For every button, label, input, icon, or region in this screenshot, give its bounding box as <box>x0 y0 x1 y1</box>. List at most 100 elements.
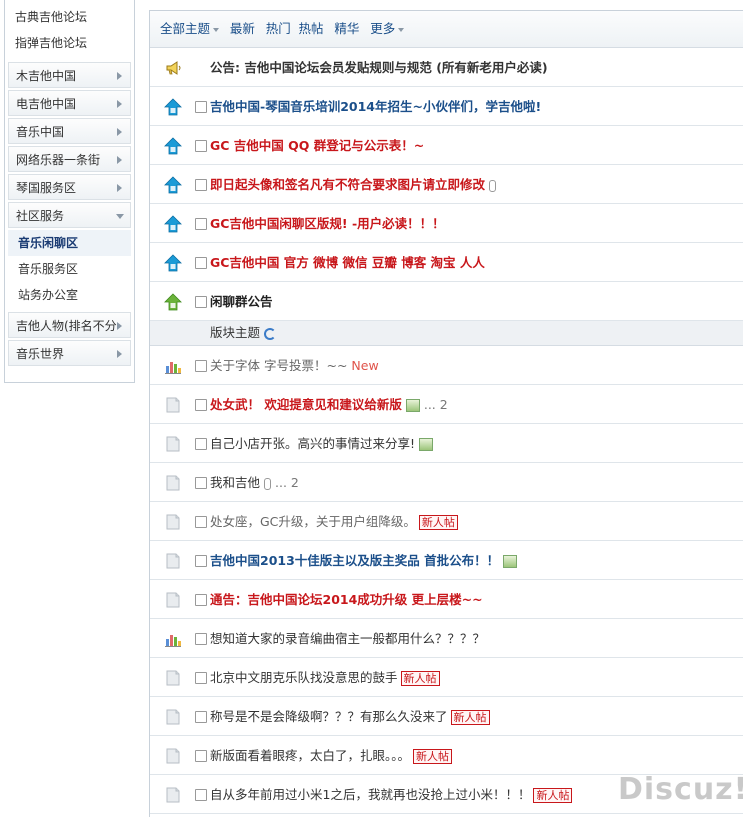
chevron-down-icon <box>116 214 124 219</box>
thread-row[interactable]: 北京中文朋克乐队找没意思的鼓手 新人帖 <box>150 658 743 697</box>
thread-checkbox[interactable] <box>195 101 207 113</box>
thread-checkbox[interactable] <box>195 399 207 411</box>
thread-checkbox[interactable] <box>195 672 207 684</box>
sidebar-category[interactable]: 琴国服务区 <box>8 174 131 200</box>
thread-checkbox[interactable] <box>195 140 207 152</box>
folder-icon <box>166 514 180 530</box>
thread-title[interactable]: 处女武！ 欢迎提意见和建议给新版 <box>210 397 402 412</box>
new-reply-link[interactable]: New <box>351 358 378 373</box>
filter-latest[interactable]: 最新 <box>230 21 255 36</box>
thread-checkbox[interactable] <box>195 477 207 489</box>
thread-title[interactable]: GC吉他中国 官方 微博 微信 豆瓣 博客 淘宝 人人 <box>210 255 485 270</box>
sidebar-category[interactable]: 电吉他中国 <box>8 90 131 116</box>
thread-row[interactable]: 关于字体 字号投票！~~ New <box>150 346 743 385</box>
sidebar-category-label: 音乐中国 <box>16 125 65 139</box>
thread-row[interactable]: GC吉他中国闲聊区版规! -用户必读！！！ <box>150 204 743 243</box>
thread-title[interactable]: 想知道大家的录音编曲宿主一般都用什么？？？？ <box>210 631 485 646</box>
sticky-thread-list: 吉他中国-琴国音乐培训2014年招生~小伙伴们，学吉他啦! GC 吉他中国 QQ … <box>150 87 743 321</box>
thread-row[interactable]: 闲聊群公告 <box>150 282 743 321</box>
thread-title[interactable]: 吉他中国2013十佳版主以及版主奖品 首批公布！！ <box>210 553 499 568</box>
thread-title[interactable]: 我和吉他 <box>210 475 260 490</box>
thread-row[interactable]: 新版面看着眼疼，太白了，扎眼。。。 新人帖 <box>150 736 743 775</box>
sidebar-categories: 木吉他中国电吉他中国音乐中国网络乐器一条街琴国服务区社区服务 <box>5 62 134 228</box>
thread-row[interactable]: GC吉他中国 官方 微博 微信 豆瓣 博客 淘宝 人人 <box>150 243 743 282</box>
thread-checkbox[interactable] <box>195 633 207 645</box>
thread-row[interactable]: 我和吉他 ... 2 <box>150 463 743 502</box>
thread-row[interactable]: 称号是不是会降级啊？？？有那么久没来了 新人帖 <box>150 697 743 736</box>
folder-icon <box>166 553 180 569</box>
sidebar-subforum[interactable]: 站务办公室 <box>8 282 131 308</box>
thread-checkbox[interactable] <box>195 594 207 606</box>
thread-checkbox[interactable] <box>195 218 207 230</box>
thread-checkbox[interactable] <box>195 750 207 762</box>
new-user-badge: 新人帖 <box>533 788 573 803</box>
thread-pages[interactable]: ... 2 <box>424 397 448 412</box>
thread-row[interactable]: 自己小店开张。高兴的事情过来分享! <box>150 424 743 463</box>
folder-icon <box>166 748 180 764</box>
global-sticky-icon <box>164 215 182 233</box>
section-header-label: 版块主题 <box>210 325 261 340</box>
chevron-right-icon <box>117 128 122 136</box>
new-user-badge: 新人帖 <box>418 515 458 530</box>
thread-row[interactable]: 处女座，GC升级，关于用户组降级。 新人帖 <box>150 502 743 541</box>
sidebar-category[interactable]: 音乐中国 <box>8 118 131 144</box>
sidebar-category[interactable]: 吉他人物(排名不分 <box>8 312 131 338</box>
thread-row[interactable]: 通告：吉他中国论坛2014成功升级 更上层楼~~ <box>150 580 743 619</box>
thread-checkbox[interactable] <box>195 555 207 567</box>
thread-title[interactable]: 即日起头像和签名凡有不符合要求图片请立即修改 <box>210 177 485 192</box>
global-sticky-icon <box>164 176 182 194</box>
thread-row[interactable]: GC 吉他中国 QQ 群登记与公示表！~ <box>150 126 743 165</box>
thread-title[interactable]: 关于字体 字号投票！~~ <box>210 358 347 373</box>
sidebar-category[interactable]: 网络乐器一条街 <box>8 146 131 172</box>
filter-more[interactable]: 更多 <box>370 21 405 36</box>
thread-checkbox[interactable] <box>195 516 207 528</box>
announcement-title[interactable]: 公告: 吉他中国论坛会员发贴规则与规范 (所有新老用户必读) <box>210 48 548 86</box>
filter-digest[interactable]: 精华 <box>334 21 359 36</box>
thread-row[interactable]: 吉他中国2013十佳版主以及版主奖品 首批公布！！ <box>150 541 743 580</box>
thread-pages[interactable]: ... 2 <box>275 475 299 490</box>
thread-checkbox[interactable] <box>195 257 207 269</box>
thread-checkbox[interactable] <box>195 179 207 191</box>
announcement-row[interactable]: 公告: 吉他中国论坛会员发贴规则与规范 (所有新老用户必读) <box>150 48 743 87</box>
thread-title[interactable]: 通告：吉他中国论坛2014成功升级 更上层楼~~ <box>210 592 483 607</box>
sidebar-category[interactable]: 音乐世界 <box>8 340 131 366</box>
thread-title[interactable]: GC 吉他中国 QQ 群登记与公示表！~ <box>210 138 424 153</box>
thread-title-group: 吉他中国-琴国音乐培训2014年招生~小伙伴们，学吉他啦! <box>210 87 541 125</box>
folder-icon <box>166 787 180 803</box>
refresh-icon[interactable] <box>264 327 277 340</box>
thread-row[interactable]: 即日起头像和签名凡有不符合要求图片请立即修改 <box>150 165 743 204</box>
image-attachment-icon <box>405 399 420 412</box>
poll-icon <box>165 635 181 647</box>
thread-title[interactable]: GC吉他中国闲聊区版规! -用户必读！！！ <box>210 216 445 231</box>
sidebar-subforum[interactable]: 音乐闲聊区 <box>8 230 131 256</box>
thread-row[interactable]: 想知道大家的录音编曲宿主一般都用什么？？？？ <box>150 619 743 658</box>
thread-row[interactable]: 处女武！ 欢迎提意见和建议给新版 ... 2 <box>150 385 743 424</box>
filter-hot[interactable]: 热门 <box>266 21 291 36</box>
sidebar-category[interactable]: 木吉他中国 <box>8 62 131 88</box>
sidebar-link[interactable]: 古典吉他论坛 <box>5 4 134 30</box>
sidebar-category[interactable]: 社区服务 <box>8 202 131 228</box>
sidebar-subforum[interactable]: 音乐服务区 <box>8 256 131 282</box>
thread-title[interactable]: 吉他中国-琴国音乐培训2014年招生~小伙伴们，学吉他啦! <box>210 99 541 114</box>
thread-title[interactable]: 处女座，GC升级，关于用户组降级。 <box>210 514 416 529</box>
filter-hot-posts[interactable]: 热帖 <box>299 21 324 36</box>
thread-checkbox[interactable] <box>195 438 207 450</box>
thread-checkbox[interactable] <box>195 360 207 372</box>
thread-checkbox[interactable] <box>195 296 207 308</box>
thread-title[interactable]: 新版面看着眼疼，太白了，扎眼。。。 <box>210 748 410 763</box>
section-sticky-icon <box>164 293 182 311</box>
thread-row[interactable]: 吉他中国-琴国音乐培训2014年招生~小伙伴们，学吉他啦! <box>150 87 743 126</box>
thread-title-group: 吉他中国2013十佳版主以及版主奖品 首批公布！！ <box>210 541 518 579</box>
filter-all-topics[interactable]: 全部主题 <box>160 21 220 36</box>
thread-title[interactable]: 闲聊群公告 <box>210 294 273 309</box>
thread-title-group: 闲聊群公告 <box>210 282 273 320</box>
thread-title[interactable]: 自从多年前用过小米1之后，我就再也没抢上过小米！！！ <box>210 787 530 802</box>
thread-checkbox[interactable] <box>195 789 207 801</box>
thread-checkbox[interactable] <box>195 711 207 723</box>
sidebar-category-label: 琴国服务区 <box>16 181 77 195</box>
sidebar-category-label: 木吉他中国 <box>16 69 77 83</box>
thread-title[interactable]: 称号是不是会降级啊？？？有那么久没来了 <box>210 709 448 724</box>
thread-title[interactable]: 北京中文朋克乐队找没意思的鼓手 <box>210 670 398 685</box>
thread-title[interactable]: 自己小店开张。高兴的事情过来分享! <box>210 436 415 451</box>
sidebar-link[interactable]: 指弹吉他论坛 <box>5 30 134 56</box>
